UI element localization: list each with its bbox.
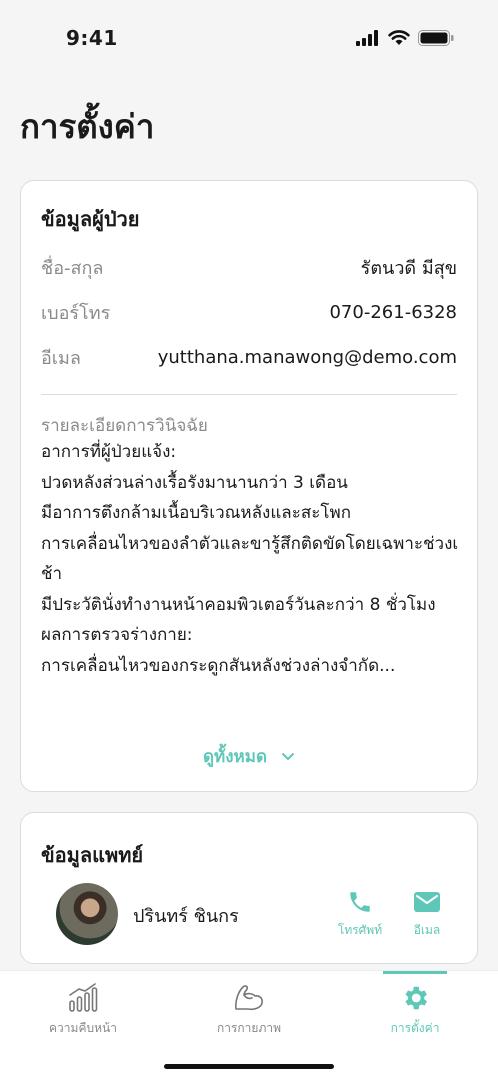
patient-phone-value: 070-261-6328 bbox=[329, 301, 457, 323]
tab-progress-label: ความคืบหน้า bbox=[49, 1021, 117, 1035]
doctor-info-card: ข้อมูลแพทย์ ปรินทร์ ชินกร โทรศัพท์ อีเมล bbox=[20, 812, 478, 964]
divider bbox=[41, 394, 457, 395]
call-doctor-label: โทรศัพท์ bbox=[337, 923, 383, 937]
tab-settings-label: การตั้งค่า bbox=[390, 1021, 440, 1035]
battery-icon bbox=[418, 30, 454, 46]
tab-progress[interactable]: ความคืบหน้า bbox=[0, 971, 166, 1051]
status-bar: 9:41 bbox=[0, 0, 498, 76]
wifi-icon bbox=[388, 30, 410, 45]
patient-info-card: ข้อมูลผู้ป่วย ชื่อ-สกุล รัตนวดี มีสุข เบ… bbox=[20, 180, 478, 792]
email-doctor-label: อีเมล bbox=[413, 923, 441, 937]
progress-chart-icon bbox=[69, 983, 98, 1012]
arm-muscle-icon bbox=[235, 985, 263, 1011]
patient-name-row: ชื่อ-สกุล รัตนวดี มีสุข bbox=[41, 252, 457, 282]
patient-email-label: อีเมล bbox=[41, 347, 81, 369]
tab-physiotherapy[interactable]: การกายภาพ bbox=[166, 971, 332, 1051]
patient-phone-row: เบอร์โทร 070-261-6328 bbox=[41, 297, 457, 327]
diagnosis-label: รายละเอียดการวินิจฉัย bbox=[41, 416, 208, 436]
email-doctor-button[interactable]: อีเมล bbox=[402, 889, 452, 945]
patient-phone-label: เบอร์โทร bbox=[41, 302, 111, 324]
home-indicator bbox=[164, 1064, 334, 1069]
status-icons bbox=[356, 30, 454, 46]
doctor-avatar bbox=[56, 883, 118, 945]
patient-card-title: ข้อมูลผู้ป่วย bbox=[41, 207, 140, 231]
tab-physiotherapy-label: การกายภาพ bbox=[216, 1021, 282, 1035]
phone-icon bbox=[350, 892, 370, 912]
cellular-signal-icon bbox=[356, 30, 378, 46]
chevron-down-icon bbox=[282, 753, 294, 760]
doctor-name: ปรินทร์ ชินกร bbox=[133, 906, 239, 927]
view-all-button[interactable]: ดูทั้งหมด bbox=[21, 741, 477, 771]
patient-name-value: รัตนวดี มีสุข bbox=[360, 257, 457, 279]
patient-email-row: อีเมล yutthana.manawong@demo.com bbox=[41, 342, 457, 372]
mail-icon bbox=[414, 892, 440, 912]
gear-icon bbox=[405, 986, 427, 1010]
status-time: 9:41 bbox=[66, 26, 118, 50]
patient-name-label: ชื่อ-สกุล bbox=[41, 257, 104, 279]
page-title: การตั้งค่า bbox=[20, 107, 155, 146]
diagnosis-text: อาการที่ผู้ป่วยแจ้ง: ปวดหลังส่วนล่างเรื้… bbox=[41, 442, 459, 676]
call-doctor-button[interactable]: โทรศัพท์ bbox=[335, 889, 385, 945]
patient-email-value: yutthana.manawong@demo.com bbox=[157, 346, 457, 368]
tab-settings[interactable]: การตั้งค่า bbox=[332, 971, 498, 1051]
doctor-card-title: ข้อมูลแพทย์ bbox=[41, 843, 144, 867]
view-all-label: ดูทั้งหมด bbox=[203, 746, 267, 767]
